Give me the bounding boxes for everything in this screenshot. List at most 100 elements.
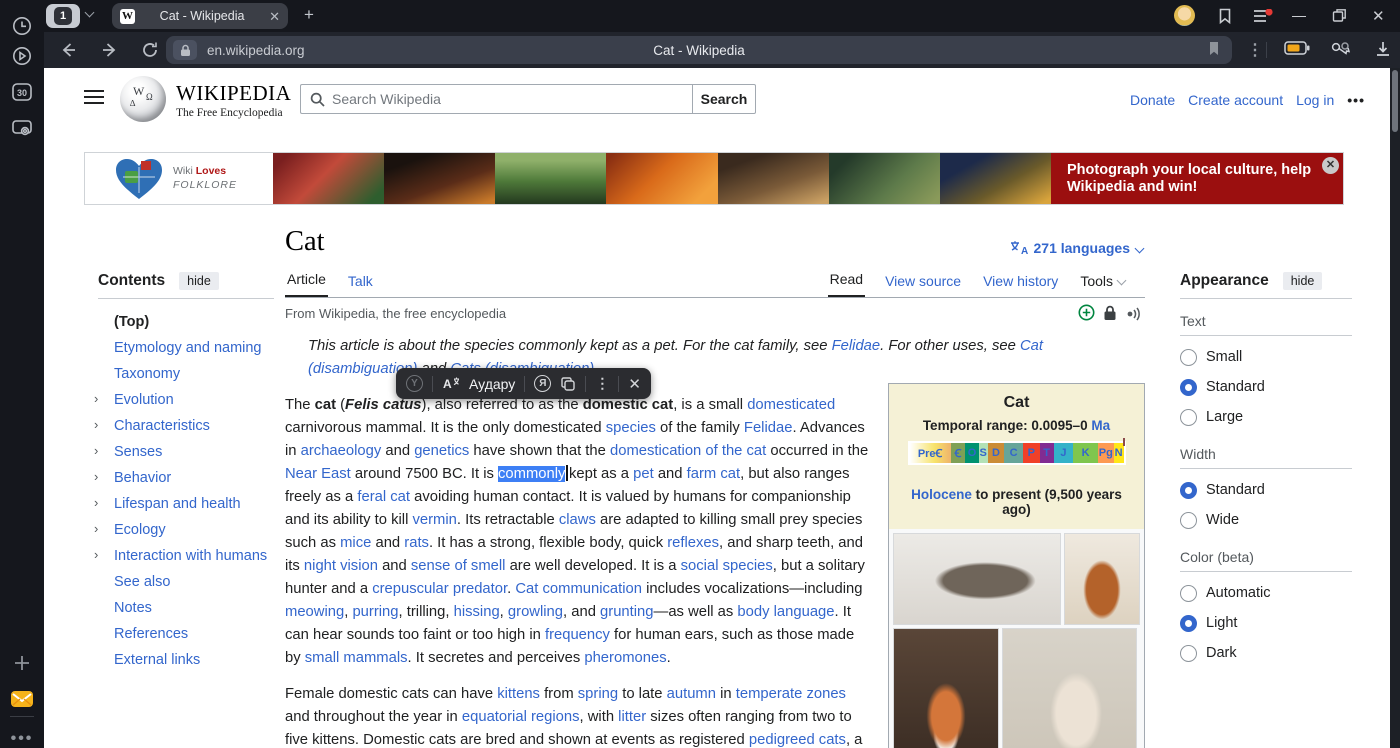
tab-group-badge[interactable]: 1	[46, 4, 80, 28]
toc-item[interactable]: ›Evolution	[98, 387, 274, 413]
radio-icon[interactable]	[1180, 482, 1197, 499]
scrollbar-thumb[interactable]	[1392, 70, 1398, 132]
appearance-option-light[interactable]: Light	[1180, 608, 1352, 638]
ma-link[interactable]: Ma	[1091, 418, 1110, 433]
wiki-link[interactable]: equatorial regions	[462, 709, 580, 725]
wiki-link[interactable]: purring	[352, 604, 398, 620]
downloads-icon[interactable]	[1374, 40, 1392, 63]
toc-item[interactable]: Etymology and naming	[98, 335, 274, 361]
toc-link[interactable]: Characteristics	[114, 418, 210, 434]
cat-photo-2[interactable]	[1064, 533, 1140, 625]
new-tab-button[interactable]: +	[304, 5, 314, 25]
wiki-link[interactable]: Cat communication	[515, 581, 642, 597]
wiki-link[interactable]: feral cat	[357, 489, 410, 505]
toc-item[interactable]: ›Behavior	[98, 465, 274, 491]
appearance-hide-button[interactable]: hide	[1283, 272, 1323, 290]
wiki-link[interactable]: rats	[404, 535, 429, 551]
wiki-link[interactable]: growling	[508, 604, 563, 620]
toc-item[interactable]: ›Ecology	[98, 517, 274, 543]
wiki-link[interactable]: Felidae	[832, 338, 881, 354]
page-scrollbar[interactable]	[1390, 68, 1400, 748]
radio-icon[interactable]	[1180, 409, 1197, 426]
wiki-link[interactable]: night vision	[304, 558, 378, 574]
site-security-lock-icon[interactable]	[173, 40, 197, 60]
appearance-option-small[interactable]: Small	[1180, 342, 1352, 372]
cat-photo-4[interactable]	[1002, 628, 1137, 748]
back-icon[interactable]	[58, 40, 78, 65]
forward-icon[interactable]	[100, 40, 120, 65]
tab-read[interactable]: Read	[828, 271, 865, 297]
tab-tools[interactable]: Tools	[1078, 273, 1127, 297]
toc-expand-icon[interactable]: ›	[94, 495, 110, 510]
wiki-link[interactable]: mice	[340, 535, 371, 551]
toc-item[interactable]: ›Senses	[98, 439, 274, 465]
toc-link[interactable]: Ecology	[114, 522, 166, 538]
toc-link[interactable]: Notes	[114, 600, 152, 616]
timeline-period-N[interactable]: N	[1114, 443, 1124, 463]
copy-icon[interactable]	[560, 376, 576, 392]
toc-item[interactable]: (Top)	[98, 309, 274, 335]
add-panel-icon[interactable]	[0, 648, 44, 678]
wiki-link[interactable]: body language	[737, 604, 834, 620]
play-media-icon[interactable]	[0, 41, 44, 71]
appearance-option-standard[interactable]: Standard	[1180, 475, 1352, 505]
timeline-period-P[interactable]: P	[1023, 443, 1039, 463]
appearance-option-standard[interactable]: Standard	[1180, 372, 1352, 402]
tab-close-icon[interactable]: ✕	[269, 10, 280, 23]
toc-expand-icon[interactable]: ›	[94, 443, 110, 458]
listen-audio-icon[interactable]	[1125, 305, 1143, 321]
toc-expand-icon[interactable]: ›	[94, 521, 110, 536]
toc-item[interactable]: ›Interaction with humans	[98, 543, 274, 569]
appearance-option-dark[interactable]: Dark	[1180, 638, 1352, 668]
main-menu-hamburger-icon[interactable]	[84, 90, 104, 104]
timeline-period-S[interactable]: S	[979, 443, 988, 463]
wiki-link[interactable]: meowing	[285, 604, 344, 620]
appearance-option-wide[interactable]: Wide	[1180, 505, 1352, 535]
wiki-link[interactable]: pheromones	[584, 650, 666, 666]
toc-link[interactable]: Senses	[114, 444, 162, 460]
wiki-link[interactable]: spring	[578, 686, 618, 702]
toc-link[interactable]: Behavior	[114, 470, 171, 486]
tab-group-chevron-icon[interactable]	[85, 8, 95, 18]
search-button[interactable]: Search	[692, 84, 756, 114]
wiki-link[interactable]: Near East	[285, 466, 351, 482]
mail-app-icon[interactable]	[0, 684, 44, 714]
header-more-icon[interactable]: •••	[1347, 92, 1365, 108]
bookmark-page-icon[interactable]	[1206, 40, 1222, 63]
active-tab[interactable]: W Cat - Wikipedia ✕	[112, 3, 288, 29]
radio-icon[interactable]	[1180, 349, 1197, 366]
wiki-link[interactable]: reflexes	[667, 535, 719, 551]
radio-icon[interactable]	[1180, 512, 1197, 529]
wiki-link[interactable]: archaeology	[301, 443, 382, 459]
toc-link[interactable]: Lifespan and health	[114, 496, 241, 512]
wiki-link[interactable]: social species	[681, 558, 773, 574]
timeline-period-K[interactable]: K	[1073, 443, 1098, 463]
timeline-period-T[interactable]: T	[1040, 443, 1054, 463]
toc-link[interactable]: Taxonomy	[114, 366, 180, 382]
toc-expand-icon[interactable]: ›	[94, 469, 110, 484]
cat-photo-3[interactable]	[893, 628, 999, 748]
wiki-link[interactable]: Felidae	[744, 420, 793, 436]
sidebar-more-icon[interactable]: •••	[0, 724, 44, 748]
calendar-30-icon[interactable]: 30	[0, 77, 44, 107]
wiki-link[interactable]: pet	[633, 466, 654, 482]
toc-link[interactable]: Interaction with humans	[114, 548, 267, 564]
browser-y-icon[interactable]: Y	[406, 375, 423, 392]
popup-close-icon[interactable]: ✕	[628, 375, 641, 393]
languages-button[interactable]: A 271 languages	[1009, 240, 1144, 256]
toc-item[interactable]: Taxonomy	[98, 361, 274, 387]
search-input[interactable]: Search Wikipedia	[300, 84, 692, 114]
wikipedia-wordmark[interactable]: WIKIPEDIA The Free Encyclopedia	[176, 81, 291, 119]
toc-item[interactable]: See also	[98, 569, 274, 595]
toc-link[interactable]: References	[114, 626, 188, 642]
reload-icon[interactable]	[140, 40, 160, 65]
wikipedia-globe-logo[interactable]: W Ω ∆	[120, 76, 166, 122]
radio-icon[interactable]	[1180, 585, 1197, 602]
wiki-link[interactable]: grunting	[600, 604, 653, 620]
popup-kebab-icon[interactable]: ⋮	[595, 375, 609, 392]
donate-link[interactable]: Donate	[1130, 92, 1175, 108]
wiki-loves-folklore-banner[interactable]: Wiki LovesFOLKLORE Photograph your local…	[84, 152, 1344, 205]
toc-item[interactable]: References	[98, 621, 274, 647]
timeline-period-O[interactable]: O	[965, 443, 978, 463]
passwords-keys-icon[interactable]	[1328, 40, 1354, 63]
